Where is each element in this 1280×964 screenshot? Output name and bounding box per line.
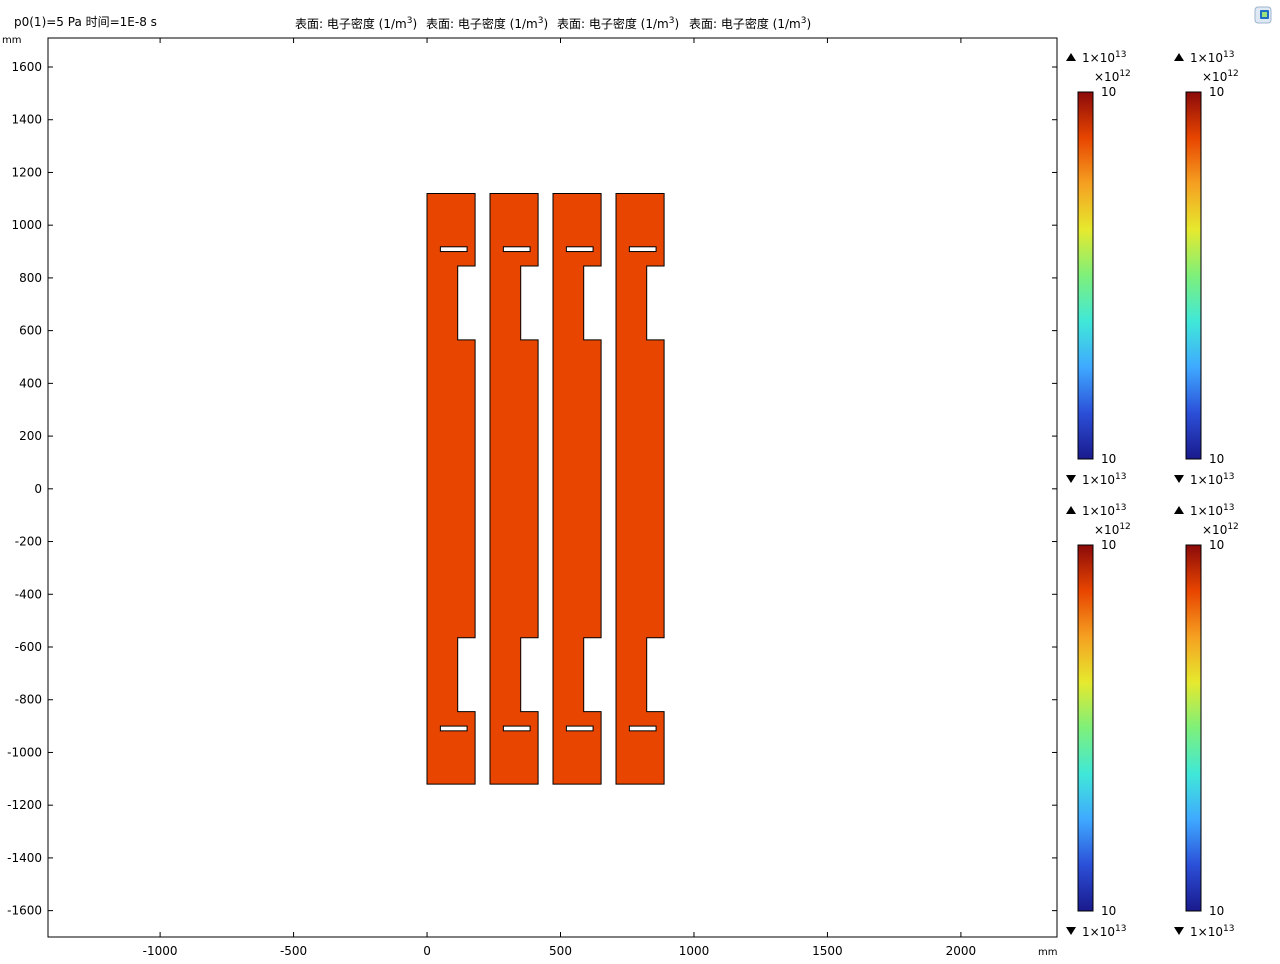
y-tick-label: 800 bbox=[19, 271, 42, 285]
colorbar-bottom-tick: 10 bbox=[1209, 904, 1224, 918]
y-unit-label: mm bbox=[2, 35, 21, 46]
y-tick-label: -1000 bbox=[7, 745, 42, 759]
x-tick-label: -1000 bbox=[143, 944, 178, 958]
colorbar-max-label: 1×1013 bbox=[1190, 50, 1234, 65]
colorbar-max-label: 1×1013 bbox=[1190, 503, 1234, 518]
x-tick-label: 1500 bbox=[812, 944, 843, 958]
colorbar-3: 1×1013×101210101×1013 bbox=[1066, 503, 1131, 939]
y-tick-label: 200 bbox=[19, 429, 42, 443]
min-marker-icon bbox=[1174, 475, 1184, 483]
y-tick-label: 400 bbox=[19, 376, 42, 390]
run-info-text: p0(1)=5 Pa 时间=1E-8 s bbox=[14, 15, 157, 29]
surface-plot: p0(1)=5 Pa 时间=1E-8 s 表面: 电子密度 (1/m3) 表面: … bbox=[2, 6, 1272, 958]
max-marker-icon bbox=[1174, 53, 1184, 61]
colorbar-bottom-tick: 10 bbox=[1101, 452, 1116, 466]
y-tick-label: -400 bbox=[15, 587, 42, 601]
colorbar-gradient bbox=[1077, 544, 1094, 912]
colorbar-top-tick: 10 bbox=[1209, 85, 1224, 99]
y-tick-label: -600 bbox=[15, 640, 42, 654]
colorbar-gradient bbox=[1077, 91, 1094, 460]
electrode-2-slot-top bbox=[502, 246, 531, 253]
plot-title-3: 表面: 电子密度 (1/m3) bbox=[557, 16, 679, 31]
y-tick-label: 1600 bbox=[11, 60, 42, 74]
colorbar-top-tick: 10 bbox=[1101, 538, 1116, 552]
electrode-4-slot-top bbox=[628, 246, 657, 253]
plot-export-icon[interactable] bbox=[1254, 6, 1272, 24]
max-marker-icon bbox=[1174, 506, 1184, 514]
colorbar-multiplier: ×1012 bbox=[1202, 522, 1239, 537]
max-marker-icon bbox=[1066, 506, 1076, 514]
colorbar-bottom-tick: 10 bbox=[1209, 452, 1224, 466]
colorbar-multiplier: ×1012 bbox=[1094, 522, 1131, 537]
plot-title-4: 表面: 电子密度 (1/m3) bbox=[689, 16, 811, 31]
electrode-4-slot-bottom bbox=[628, 725, 657, 732]
x-unit-label: mm bbox=[1038, 947, 1057, 958]
electrode-3-slot-top bbox=[565, 246, 594, 253]
colorbar-min-label: 1×1013 bbox=[1190, 472, 1234, 487]
y-tick-label: 0 bbox=[34, 482, 42, 496]
colorbar-top-tick: 10 bbox=[1209, 538, 1224, 552]
y-tick-label: 1400 bbox=[11, 113, 42, 127]
plot-title-1: 表面: 电子密度 (1/m3) bbox=[295, 16, 417, 31]
max-marker-icon bbox=[1066, 53, 1076, 61]
electrode-2-slot-bottom bbox=[502, 725, 531, 732]
x-tick-label: 1000 bbox=[679, 944, 710, 958]
chart-container: p0(1)=5 Pa 时间=1E-8 s 表面: 电子密度 (1/m3) 表面: … bbox=[0, 0, 1280, 960]
min-marker-icon bbox=[1066, 927, 1076, 935]
colorbar-min-label: 1×1013 bbox=[1082, 472, 1126, 487]
electrode-3-slot-bottom bbox=[565, 725, 594, 732]
min-marker-icon bbox=[1174, 927, 1184, 935]
plot-title-2: 表面: 电子密度 (1/m3) bbox=[426, 16, 548, 31]
colorbar-bottom-tick: 10 bbox=[1101, 904, 1116, 918]
y-tick-label: -1600 bbox=[7, 904, 42, 918]
colorbar-1: 1×1013×101210101×1013 bbox=[1066, 50, 1131, 487]
colorbar-top-tick: 10 bbox=[1101, 85, 1116, 99]
min-marker-icon bbox=[1066, 475, 1076, 483]
colorbar-4: 1×1013×101210101×1013 bbox=[1174, 503, 1239, 939]
y-tick-label: 1000 bbox=[11, 218, 42, 232]
y-tick-label: -800 bbox=[15, 693, 42, 707]
colorbar-max-label: 1×1013 bbox=[1082, 503, 1126, 518]
colorbar-gradient bbox=[1185, 544, 1202, 912]
electrode-1-slot-bottom bbox=[439, 725, 468, 732]
electrode-1-slot-top bbox=[439, 246, 468, 253]
x-tick-label: 2000 bbox=[946, 944, 977, 958]
y-tick-label: -200 bbox=[15, 535, 42, 549]
colorbar-multiplier: ×1012 bbox=[1094, 69, 1131, 84]
colorbar-min-label: 1×1013 bbox=[1082, 924, 1126, 939]
colorbar-2: 1×1013×101210101×1013 bbox=[1174, 50, 1239, 487]
plot-titles: 表面: 电子密度 (1/m3) 表面: 电子密度 (1/m3) 表面: 电子密度 (… bbox=[295, 16, 811, 31]
colorbar-gradient bbox=[1185, 91, 1202, 460]
y-tick-label: -1200 bbox=[7, 798, 42, 812]
x-tick-label: 500 bbox=[549, 944, 572, 958]
y-tick-label: -1400 bbox=[7, 851, 42, 865]
x-tick-label: -500 bbox=[280, 944, 307, 958]
y-tick-label: 600 bbox=[19, 324, 42, 338]
colorbar-min-label: 1×1013 bbox=[1190, 924, 1234, 939]
colorbar-multiplier: ×1012 bbox=[1202, 69, 1239, 84]
y-tick-label: 1200 bbox=[11, 165, 42, 179]
x-tick-label: 0 bbox=[423, 944, 431, 958]
colorbar-max-label: 1×1013 bbox=[1082, 50, 1126, 65]
